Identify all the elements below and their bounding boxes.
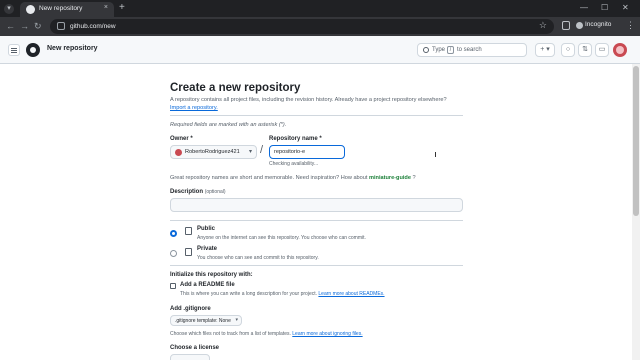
section-divider — [170, 115, 463, 116]
import-repository-link[interactable]: Import a repository. — [170, 105, 218, 111]
inbox-icon[interactable]: ▭ — [595, 43, 609, 57]
owner-dropdown[interactable]: RobertoRodriguez421 ▾ — [170, 145, 257, 159]
description-label-text: Description — [170, 189, 204, 195]
search-icon — [423, 47, 429, 53]
github-header: New repository Type / to search + ▾ ○ ⇅ … — [0, 36, 640, 64]
repository-name-input[interactable]: repositorio-e — [269, 145, 345, 159]
private-title: Private — [197, 246, 218, 252]
readme-label[interactable]: Add a README file — [180, 282, 235, 288]
browser-toolbar: ← → ↻ github.com/new ☆ Incognito ⋮ — [0, 17, 640, 36]
readme-learn-more-link[interactable]: Learn more about READMEs. — [318, 291, 384, 297]
initialize-title: Initialize this repository with: — [170, 272, 253, 278]
suggestion-end: ? — [412, 175, 416, 181]
chevron-down-icon: ▾ — [248, 149, 252, 155]
page-description: A repository contains all project files,… — [170, 97, 447, 103]
required-fields-note: Required fields are marked with an aster… — [170, 122, 287, 128]
availability-status: Checking availability... — [269, 161, 319, 167]
public-radio[interactable] — [170, 230, 177, 237]
address-url[interactable]: github.com/new — [70, 23, 116, 30]
gitignore-template-dropdown[interactable]: .gitignore template: None ▾ — [170, 315, 242, 326]
pull-requests-icon[interactable]: ⇅ — [578, 43, 592, 57]
tab-close-icon[interactable]: × — [104, 4, 108, 11]
incognito-icon — [576, 22, 583, 29]
owner-repo-separator: / — [260, 144, 264, 156]
back-button[interactable]: ← — [6, 20, 15, 32]
readme-description: This is where you can write a long descr… — [180, 291, 385, 297]
incognito-label[interactable]: Incognito — [585, 21, 611, 28]
description-input[interactable] — [170, 198, 463, 212]
new-tab-button[interactable]: + — [119, 2, 125, 14]
name-suggestion: Great repository names are short and mem… — [170, 175, 416, 181]
owner-avatar — [175, 149, 182, 156]
github-logo-icon[interactable] — [26, 43, 40, 57]
repository-name-label: Repository name * — [269, 136, 322, 142]
repo-public-icon — [185, 227, 192, 235]
site-info-icon[interactable] — [57, 22, 65, 30]
github-favicon-icon — [26, 5, 35, 14]
browser-menu-icon[interactable]: ⋮ — [626, 20, 635, 31]
description-optional: (optional) — [204, 189, 226, 195]
section-divider — [170, 220, 463, 221]
scrollbar-thumb[interactable] — [633, 66, 639, 216]
maximize-button[interactable]: ☐ — [601, 2, 608, 14]
tab-title: New repository — [39, 5, 83, 12]
readme-checkbox[interactable] — [170, 283, 176, 289]
gitignore-description: Choose which files not to track from a l… — [170, 331, 363, 337]
tab-search-icon[interactable]: ▾ — [4, 4, 14, 14]
search-placeholder-pre: Type — [432, 47, 446, 53]
reload-button[interactable]: ↻ — [34, 20, 42, 32]
forward-button[interactable]: → — [20, 20, 29, 32]
license-dropdown[interactable] — [170, 354, 210, 360]
search-shortcut-key: / — [447, 46, 454, 54]
bookmark-star-icon[interactable]: ☆ — [539, 20, 547, 31]
private-radio[interactable] — [170, 250, 177, 257]
description-label: Description (optional) — [170, 189, 226, 195]
user-avatar[interactable] — [613, 43, 627, 57]
gitignore-title: Add .gitignore — [170, 306, 211, 312]
browser-tab[interactable]: New repository × — [20, 2, 114, 17]
owner-label: Owner * — [170, 136, 193, 142]
hamburger-menu-icon[interactable] — [8, 44, 20, 56]
close-window-button[interactable]: ✕ — [622, 2, 629, 14]
minimize-button[interactable]: — — [580, 2, 588, 14]
suggestion-text: Great repository names are short and mem… — [170, 175, 368, 181]
extensions-icon[interactable] — [562, 21, 570, 30]
mouse-cursor-icon — [435, 152, 438, 157]
search-placeholder-post: to search — [457, 47, 482, 53]
address-bar[interactable]: github.com/new ☆ — [50, 19, 554, 34]
chevron-down-icon: ▾ — [235, 317, 238, 323]
public-title: Public — [197, 226, 216, 232]
section-divider — [170, 265, 463, 266]
license-title: Choose a license — [170, 345, 220, 351]
public-description: Anyone on the internet can see this repo… — [197, 235, 366, 241]
create-new-button[interactable]: + ▾ — [535, 43, 555, 57]
gitignore-template-value: .gitignore template: None — [175, 318, 231, 324]
issues-icon[interactable]: ○ — [561, 43, 575, 57]
page-scrollbar[interactable] — [632, 64, 640, 360]
private-description: You choose who can see and commit to thi… — [197, 255, 319, 261]
lock-icon — [185, 248, 192, 256]
page-title: Create a new repository — [170, 82, 301, 94]
repository-name-value: repositorio-e — [274, 149, 306, 155]
gitignore-desc-text: Choose which files not to track from a l… — [170, 331, 291, 337]
readme-desc-text: This is where you can write a long descr… — [180, 291, 318, 297]
owner-value: RobertoRodriguez421 — [185, 149, 240, 155]
search-input[interactable]: Type / to search — [417, 43, 527, 57]
suggested-name-link[interactable]: miniature-guide — [369, 175, 411, 181]
browser-tab-bar: ▾ New repository × + — ☐ ✕ — [0, 0, 640, 17]
gitignore-learn-more-link[interactable]: Learn more about ignoring files. — [292, 331, 362, 337]
header-title: New repository — [47, 45, 98, 52]
